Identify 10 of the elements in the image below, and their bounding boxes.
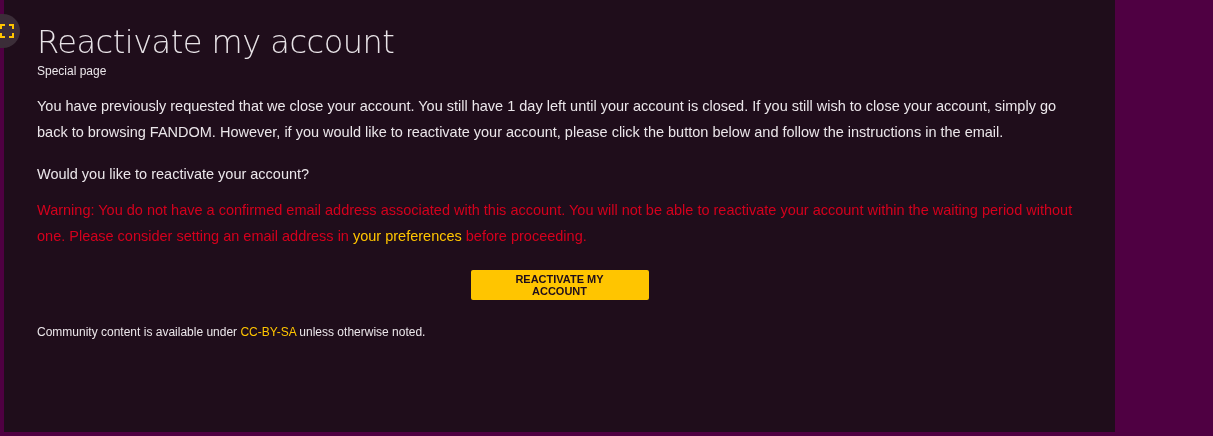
reactivate-button[interactable]: REACTIVATE MY ACCOUNT bbox=[470, 270, 649, 300]
page-subtitle: Special page bbox=[37, 64, 108, 78]
intro-paragraph: You have previously requested that we close your account. You still have 1 day left until your account is closed. If you still wish to close your account, simply go back to browsing FANDOM. However, if you would like to reactivate your account, please click the button below and follow the instructions in the email. bbox=[37, 97, 1058, 142]
question-text: Would you like to reactivate your account? bbox=[37, 165, 311, 184]
preferences-link[interactable]: your preferences bbox=[352, 228, 462, 244]
license-notice: Community content is available under CC-BY-SA unless otherwise noted. bbox=[37, 324, 427, 341]
warning-paragraph: Warning: You do not have a confirmed email address associated with this account. You will not be able to reactivate your account within the waiting period without one. Please consider setting an email address in your preferences before proceeding. bbox=[37, 201, 1074, 246]
license-link[interactable]: CC-BY-SA bbox=[240, 325, 296, 339]
expand-icon bbox=[0, 24, 14, 38]
page-title: Reactivate my account bbox=[37, 22, 396, 62]
